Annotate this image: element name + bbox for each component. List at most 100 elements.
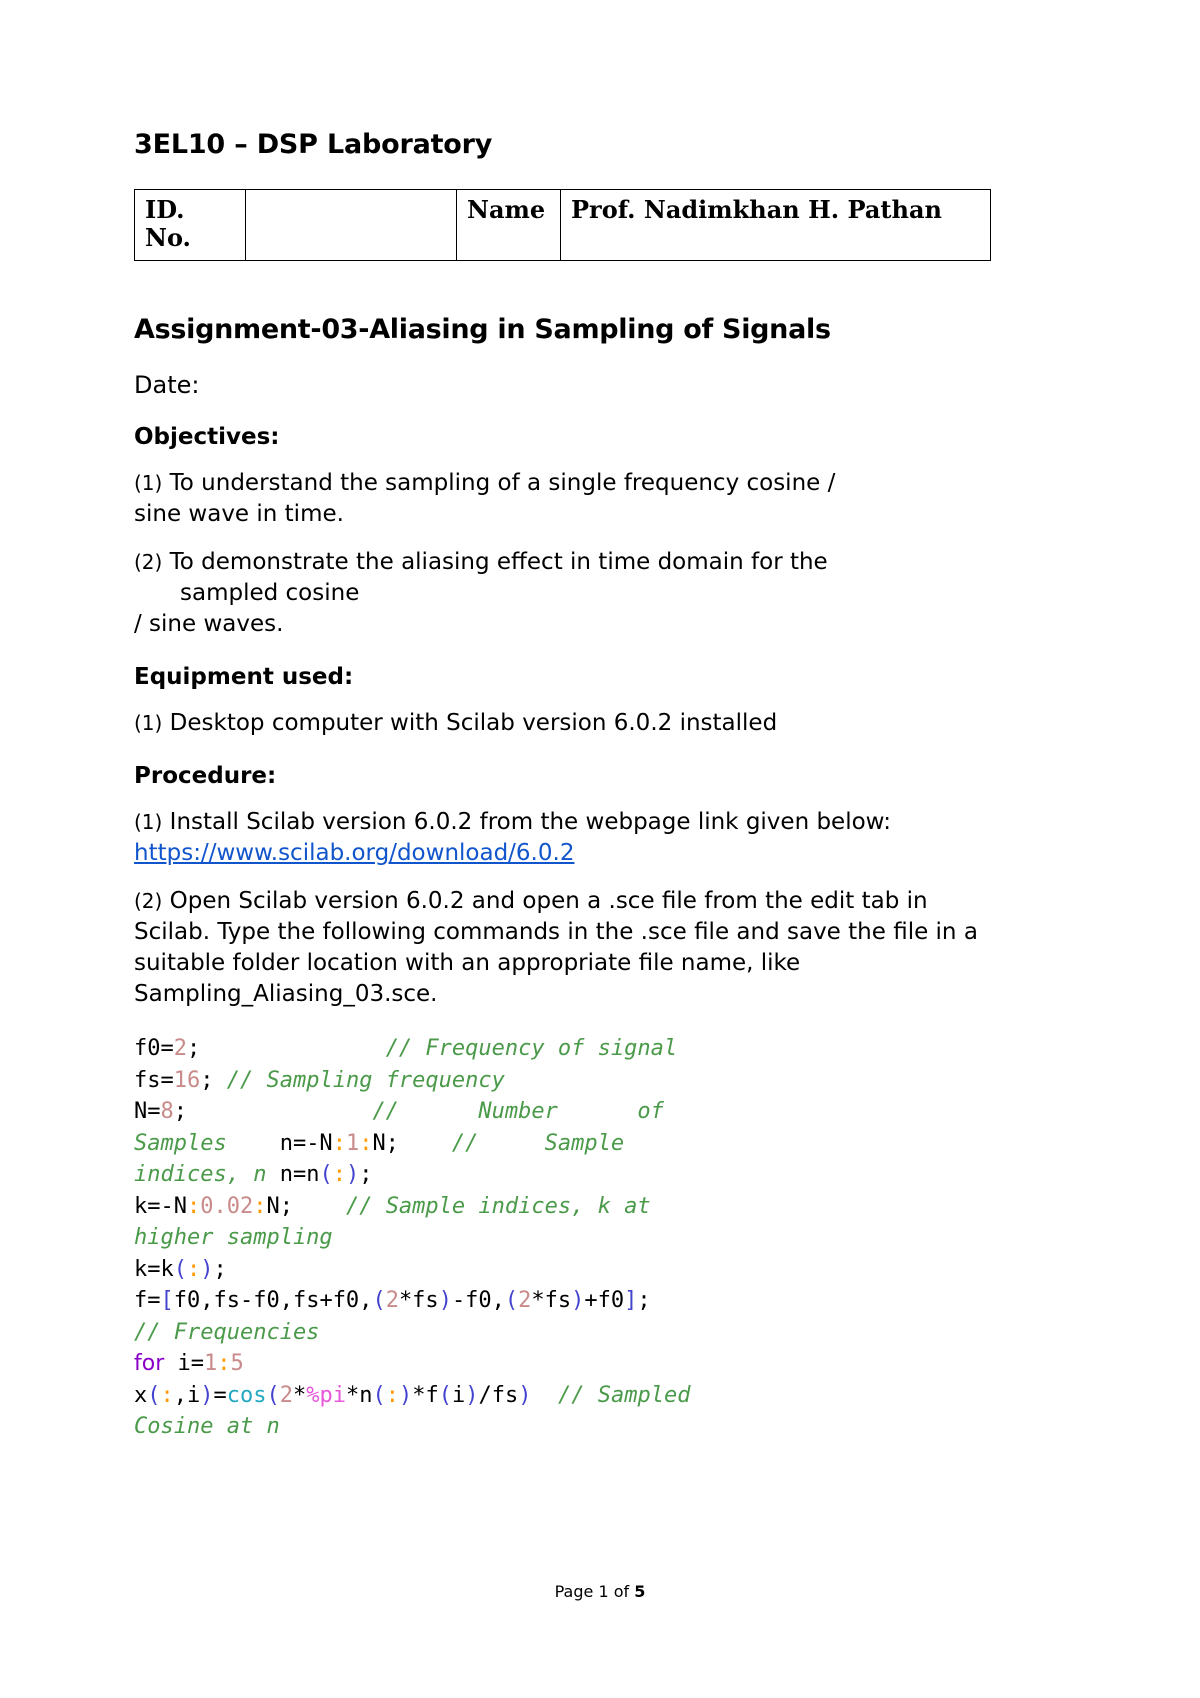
document-page: 3EL10 – DSP Laboratory ID. No. Name Prof… <box>0 0 1200 1698</box>
procedure-step-1: (1) Install Scilab version 6.0.2 from th… <box>134 807 992 838</box>
code-operator: : <box>187 1256 201 1282</box>
code-comment: indices, n <box>134 1162 267 1187</box>
code-comment: // Sample indices, k at <box>345 1193 651 1219</box>
code-number: 8 <box>160 1099 174 1124</box>
code-line: k=-N:0.02:N; // Sample indices, k at <box>134 1193 651 1219</box>
code-comment: // Frequency of signal <box>385 1036 678 1061</box>
code-line: f0=2; // Frequency of signal <box>134 1036 678 1061</box>
equipment-1-number: (1) <box>134 711 163 735</box>
code-comment: higher sampling <box>134 1225 333 1250</box>
scilab-code-block[interactable]: f0=2; // Frequency of signal fs=16; // S… <box>134 1033 992 1443</box>
code-number: 1 <box>204 1351 218 1376</box>
code-line: // Frequencies <box>134 1320 319 1345</box>
scilab-download-link[interactable]: https://www.scilab.org/download/6.0.2 <box>134 838 574 869</box>
id-no-value[interactable] <box>245 189 457 261</box>
code-comment: // Frequencies <box>134 1319 320 1345</box>
objective-1-line2: sine wave in time. <box>134 501 344 527</box>
objective-2-line3: / sine waves. <box>134 611 284 637</box>
footer-prefix: Page 1 of <box>554 1582 635 1601</box>
procedure-2-number: (2) <box>134 889 163 913</box>
procedure-1-link-line: https://www.scilab.org/download/6.0.2 <box>134 838 992 869</box>
date-label: Date: <box>134 371 200 399</box>
student-info-table: ID. No. Name Prof. Nadimkhan H. Pathan <box>134 189 991 261</box>
equipment-1-text: Desktop computer with Scilab version 6.0… <box>169 710 778 736</box>
code-constant: %pi <box>306 1382 346 1408</box>
objective-item-2: (2) To demonstrate the aliasing effect i… <box>134 547 992 640</box>
objective-1-number: (1) <box>134 471 163 495</box>
code-operator: : <box>217 1351 231 1376</box>
code-bracket: ) <box>465 1382 479 1408</box>
procedure-1-number: (1) <box>134 810 163 834</box>
code-bracket: ) <box>399 1382 413 1408</box>
name-label: Name <box>456 189 561 261</box>
table-row: ID. No. Name Prof. Nadimkhan H. Pathan <box>134 189 991 261</box>
code-bracket: ) <box>518 1382 532 1408</box>
procedure-1-text: Install Scilab version 6.0.2 from the we… <box>169 809 891 835</box>
procedure-2-text: Open Scilab version 6.0.2 and open a .sc… <box>134 888 978 1007</box>
code-number: 0.02 <box>200 1193 254 1219</box>
code-keyword: for <box>134 1351 165 1376</box>
code-operator: : <box>385 1382 399 1408</box>
code-comment: Samples <box>134 1130 227 1156</box>
code-bracket: ) <box>438 1288 452 1313</box>
code-operator: : <box>332 1162 346 1187</box>
equipment-item-1: (1) Desktop computer with Scilab version… <box>134 708 992 739</box>
equipment-heading: Equipment used: <box>134 664 354 690</box>
code-bracket: ( <box>266 1382 280 1408</box>
page-content: 3EL10 – DSP Laboratory ID. No. Name Prof… <box>134 128 992 1443</box>
code-operator: : <box>186 1193 201 1219</box>
objective-2-line2: sampled cosine <box>180 580 360 606</box>
procedure-step-2: (2) Open Scilab version 6.0.2 and open a… <box>134 886 992 1010</box>
code-number: 2 <box>518 1288 532 1313</box>
code-line: f=[f0,fs-f0,fs+f0,(2*fs)-f0,(2*fs)+f0]; <box>134 1288 651 1313</box>
code-function: cos <box>226 1382 267 1408</box>
code-line: fs=16; // Sampling frequency <box>134 1067 505 1093</box>
code-line: Cosine at n <box>134 1414 280 1439</box>
code-number: 2 <box>173 1036 187 1061</box>
code-bracket: ( <box>173 1256 187 1282</box>
code-line: N=8; // Number of <box>134 1099 664 1124</box>
code-bracket: ) <box>200 1256 214 1282</box>
procedure-heading: Procedure: <box>134 763 277 789</box>
objectives-heading: Objectives: <box>134 424 280 450</box>
code-line: for i=1:5 <box>134 1351 244 1376</box>
code-bracket: ) <box>200 1382 214 1408</box>
objective-2-number: (2) <box>134 550 163 574</box>
code-bracket: ) <box>345 1162 360 1187</box>
objective-1-line1: To understand the sampling of a single f… <box>169 470 836 496</box>
name-value[interactable]: Prof. Nadimkhan H. Pathan <box>560 189 991 261</box>
code-operator: : <box>359 1130 373 1156</box>
code-comment: Cosine at n <box>134 1414 280 1439</box>
code-line: Samples n=-N:1:N; // Sample <box>134 1130 625 1156</box>
page-title: 3EL10 – DSP Laboratory <box>134 129 493 160</box>
code-operator: : <box>160 1382 174 1408</box>
code-number: 16 <box>173 1067 201 1093</box>
code-bracket: [ <box>160 1288 174 1313</box>
code-bracket: ( <box>438 1382 452 1408</box>
code-number: 2 <box>279 1382 293 1408</box>
code-bracket: ( <box>372 1382 386 1408</box>
footer-total-pages: 5 <box>634 1582 646 1601</box>
code-number: 2 <box>385 1288 399 1313</box>
code-operator: : <box>253 1193 267 1219</box>
code-comment: // Number of <box>372 1099 664 1124</box>
code-line: x(:,i)=cos(2*%pi*n(:)*f(i)/fs) // Sample… <box>134 1382 691 1408</box>
code-comment: // Sampling frequency <box>226 1067 505 1093</box>
code-line: indices, n n=n(:); <box>134 1162 373 1187</box>
code-line: k=k(:); <box>134 1256 227 1282</box>
page-footer: Page 1 of 5 <box>0 1582 1200 1602</box>
objective-2-line1: To demonstrate the aliasing effect in ti… <box>169 549 828 575</box>
code-number: 1 <box>345 1130 360 1156</box>
code-comment: // Sampled <box>558 1382 691 1408</box>
id-no-label: ID. No. <box>134 189 246 261</box>
code-number: 5 <box>230 1351 244 1376</box>
code-bracket: ] <box>624 1288 638 1313</box>
code-bracket: ( <box>372 1288 386 1313</box>
code-line: higher sampling <box>134 1225 333 1250</box>
code-operator: : <box>332 1130 346 1156</box>
assignment-heading: Assignment-03-Aliasing in Sampling of Si… <box>134 314 831 345</box>
code-bracket: ( <box>319 1162 333 1187</box>
code-comment: // Sample <box>451 1130 625 1156</box>
objective-item-1: (1) To understand the sampling of a sing… <box>134 468 992 530</box>
code-bracket: ) <box>571 1288 585 1313</box>
